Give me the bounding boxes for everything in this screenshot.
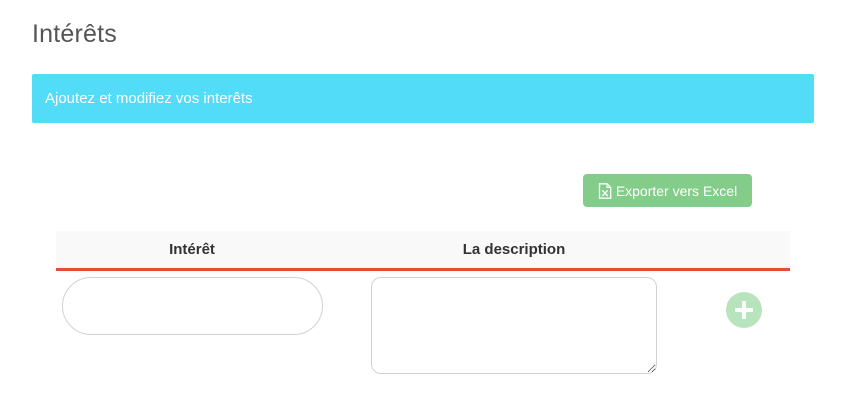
interet-input[interactable] <box>62 277 323 335</box>
info-banner-text: Ajoutez et modifiez vos interêts <box>45 90 253 107</box>
table-header: Intérêt La description <box>56 231 790 271</box>
description-textarea[interactable] <box>371 277 657 374</box>
info-banner: Ajoutez et modifiez vos interêts <box>32 74 814 123</box>
column-header-description: La description <box>462 241 566 258</box>
excel-file-icon <box>598 182 612 199</box>
plus-circle-icon <box>735 301 753 319</box>
export-excel-button[interactable]: Exporter vers Excel <box>583 174 752 207</box>
export-excel-label: Exporter vers Excel <box>615 182 738 199</box>
page-title: Intérêts <box>32 20 117 48</box>
add-row-button[interactable] <box>726 292 762 328</box>
column-header-interet: Intérêt <box>169 241 215 258</box>
